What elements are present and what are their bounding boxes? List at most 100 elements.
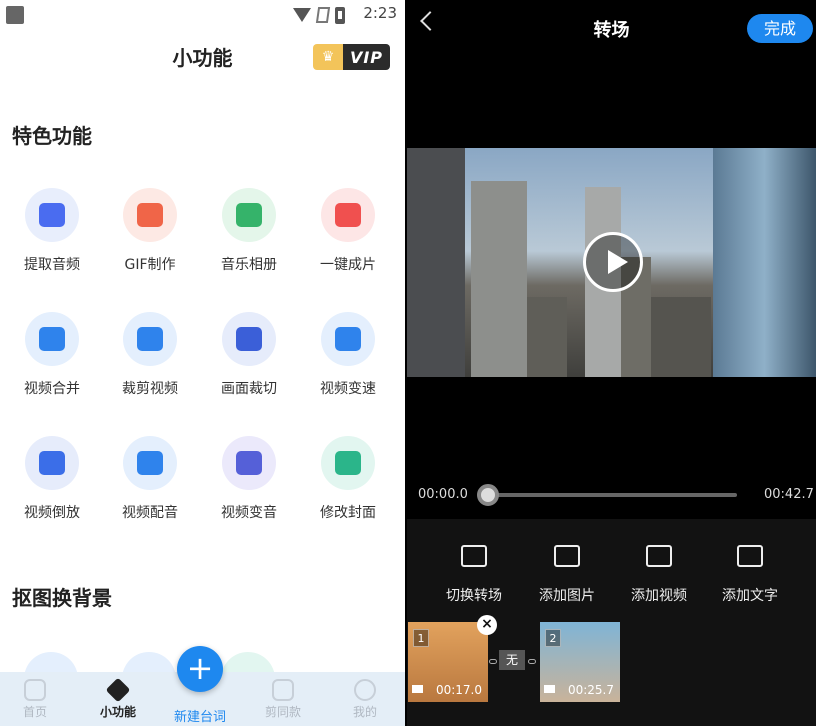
clip-number: 2 <box>545 629 561 647</box>
transition-editor: 转场 完成 00:00.0 00:42.7 切换转场 添加图片 添加视频 添加文… <box>407 0 816 726</box>
nav-home-label: 首页 <box>22 705 47 719</box>
total-time: 00:42.7 <box>764 487 814 502</box>
plus-icon: + <box>186 649 214 687</box>
building <box>407 148 465 377</box>
profile-icon <box>354 679 376 701</box>
voice-change-icon <box>236 451 262 475</box>
tool-audio-extract[interactable]: 提取音频 <box>3 188 101 274</box>
tool-icon-circle <box>123 436 177 490</box>
tools-panel: 2:23 小功能 ♛ VIP 特色功能 提取音频 GIF制作 音乐相册 一键成片视频合… <box>0 0 405 726</box>
video-icon <box>544 685 555 693</box>
done-button[interactable]: 完成 <box>747 14 813 43</box>
building <box>471 181 527 377</box>
battery-icon <box>335 6 345 24</box>
editor-toolbar: 切换转场 添加图片 添加视频 添加文字 1 00:17.0 × 无 2 00:2… <box>407 519 816 726</box>
building <box>651 297 711 377</box>
building <box>713 148 816 377</box>
tool-music-album[interactable]: 音乐相册 <box>200 188 298 274</box>
switch-transition-button[interactable]: 切换转场 <box>429 545 519 605</box>
vip-badge[interactable]: ♛ VIP <box>313 44 390 70</box>
tool-merge[interactable]: 视频合并 <box>3 312 101 398</box>
tool-icon-circle <box>25 436 79 490</box>
seek-bar[interactable] <box>487 493 737 497</box>
nav-mine[interactable]: 我的 <box>325 672 405 720</box>
tool-icon-circle <box>222 312 276 366</box>
tool-label: 修改封面 <box>320 505 376 521</box>
video-icon <box>412 685 423 693</box>
tool-cover[interactable]: 修改封面 <box>299 436 397 522</box>
gif-icon <box>137 203 163 227</box>
status-bar: 2:23 <box>0 0 405 30</box>
merge-icon <box>39 327 65 351</box>
clip-duration: 00:17.0 <box>435 683 482 697</box>
crown-icon: ♛ <box>313 44 343 70</box>
add-text-button[interactable]: 添加文字 <box>705 545 795 605</box>
nav-mine-label: 我的 <box>352 705 377 719</box>
tool-label: 画面裁切 <box>221 381 277 397</box>
tool-label: 音乐相册 <box>221 257 277 273</box>
video-preview[interactable] <box>407 148 816 377</box>
speed-icon <box>335 327 361 351</box>
close-icon[interactable]: × <box>477 615 497 635</box>
add-image-label: 添加图片 <box>539 588 595 604</box>
tool-label: 一键成片 <box>320 257 376 273</box>
nav-tools-label: 小功能 <box>99 705 136 719</box>
tool-dubbing[interactable]: 视频配音 <box>101 436 199 522</box>
tool-icon-circle <box>321 188 375 242</box>
nav-home[interactable]: 首页 <box>0 672 75 720</box>
transition-icon <box>461 545 487 567</box>
tool-label: GIF制作 <box>124 257 176 273</box>
audio-extract-icon <box>39 203 65 227</box>
tool-label: 视频合并 <box>24 381 80 397</box>
scissors-icon <box>137 327 163 351</box>
crop-icon <box>236 327 262 351</box>
tool-reverse[interactable]: 视频倒放 <box>3 436 101 522</box>
new-lines-button[interactable]: + <box>177 646 223 692</box>
reverse-icon <box>39 451 65 475</box>
tool-icon-circle <box>222 436 276 490</box>
tool-gif[interactable]: GIF制作 <box>101 188 199 274</box>
clip-number: 1 <box>413 629 429 647</box>
tool-camera[interactable]: 一键成片 <box>299 188 397 274</box>
nav-tools[interactable]: 小功能 <box>78 672 158 720</box>
seek-handle[interactable] <box>477 484 499 506</box>
section-title-featured: 特色功能 <box>12 124 92 148</box>
clip-duration: 00:25.7 <box>567 683 614 697</box>
tool-label: 提取音频 <box>24 257 80 273</box>
clip-thumbnail[interactable]: 2 00:25.7 <box>540 622 620 702</box>
tool-voice-change[interactable]: 视频变音 <box>200 436 298 522</box>
wifi-icon <box>293 8 311 22</box>
clip-thumbnail[interactable]: 1 00:17.0 <box>408 622 488 702</box>
tool-icon-circle <box>321 436 375 490</box>
add-text-icon <box>737 545 763 567</box>
tool-crop[interactable]: 画面裁切 <box>200 312 298 398</box>
add-image-icon <box>554 545 580 567</box>
new-lines-label: 新建台词 <box>173 710 226 725</box>
play-button[interactable] <box>583 232 643 292</box>
tool-label: 视频变音 <box>221 505 277 521</box>
notification-icon <box>6 6 24 24</box>
tool-scissors[interactable]: 裁剪视频 <box>101 312 199 398</box>
transition-marker[interactable]: 无 <box>499 650 525 670</box>
link-icon <box>489 659 497 664</box>
music-album-icon <box>236 203 262 227</box>
tool-icon-circle <box>123 188 177 242</box>
tool-icon-circle <box>321 312 375 366</box>
add-video-button[interactable]: 添加视频 <box>614 545 704 605</box>
status-icons <box>293 6 345 24</box>
camera-icon <box>335 203 361 227</box>
tool-speed[interactable]: 视频变速 <box>299 312 397 398</box>
tool-label: 视频倒放 <box>24 505 80 521</box>
cover-icon <box>335 451 361 475</box>
tools-icon <box>105 677 131 703</box>
tool-icon-circle <box>25 188 79 242</box>
tool-label: 视频配音 <box>122 505 178 521</box>
link-icon <box>528 659 536 664</box>
home-icon <box>24 679 46 701</box>
add-text-label: 添加文字 <box>722 588 778 604</box>
nav-same-style[interactable]: 剪同款 <box>243 672 323 720</box>
add-image-button[interactable]: 添加图片 <box>522 545 612 605</box>
add-video-icon <box>646 545 672 567</box>
no-sim-icon <box>315 7 331 23</box>
tool-label: 裁剪视频 <box>122 381 178 397</box>
